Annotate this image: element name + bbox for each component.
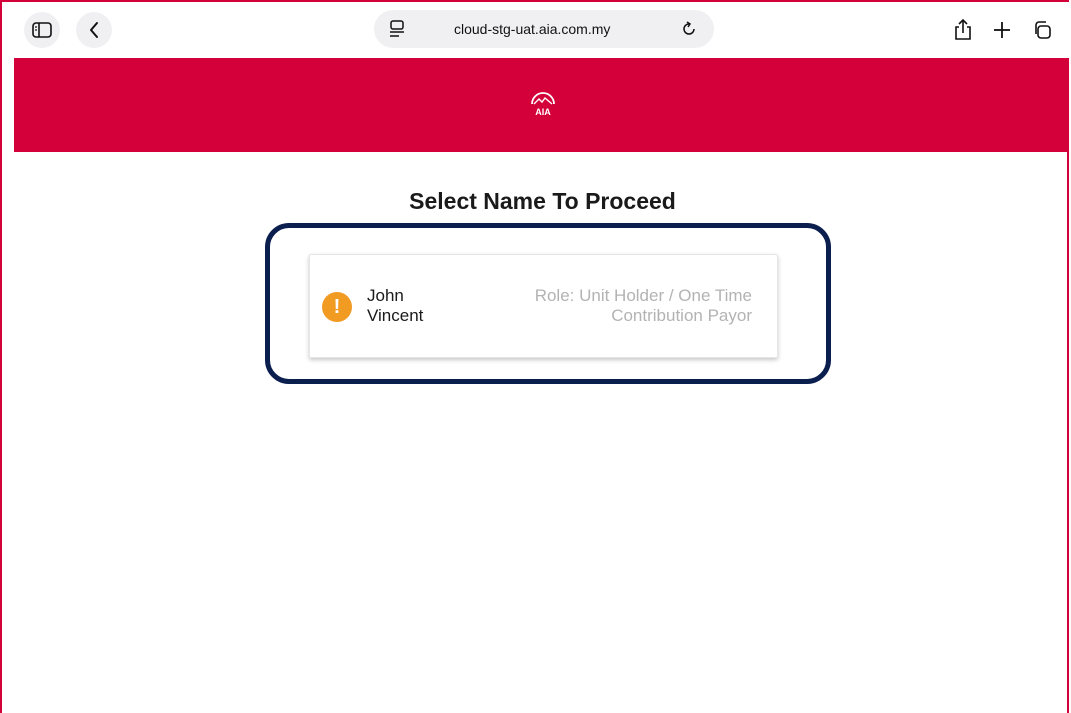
address-bar[interactable]: cloud-stg-uat.aia.com.my: [374, 10, 714, 48]
svg-text:AIA: AIA: [535, 107, 551, 117]
back-button[interactable]: [76, 12, 112, 48]
role-line-2: Contribution Payor: [611, 306, 752, 325]
reload-icon[interactable]: [680, 20, 698, 38]
sidebar-icon: [32, 22, 52, 38]
page-title: Select Name To Proceed: [409, 188, 676, 214]
chevron-left-icon: [90, 22, 98, 38]
browser-toolbar: cloud-stg-uat.aia.com.my: [14, 2, 1069, 58]
tabs-overview-icon[interactable]: [1032, 20, 1052, 40]
name-option-card[interactable]: ! John Vincent Role: Unit Holder / One T…: [309, 254, 778, 358]
share-icon[interactable]: [952, 18, 974, 42]
page-settings-icon[interactable]: [388, 20, 406, 38]
sidebar-toggle-button[interactable]: [24, 12, 60, 48]
aia-logo-icon: AIA: [529, 91, 557, 117]
warning-icon: !: [322, 292, 352, 322]
brand-header: AIA: [14, 58, 1069, 152]
plus-icon[interactable]: [992, 20, 1012, 40]
person-role: Role: Unit Holder / One Time Contributio…: [452, 286, 752, 326]
role-line-1: Role: Unit Holder / One Time: [534, 286, 752, 305]
url-text: cloud-stg-uat.aia.com.my: [454, 21, 611, 37]
